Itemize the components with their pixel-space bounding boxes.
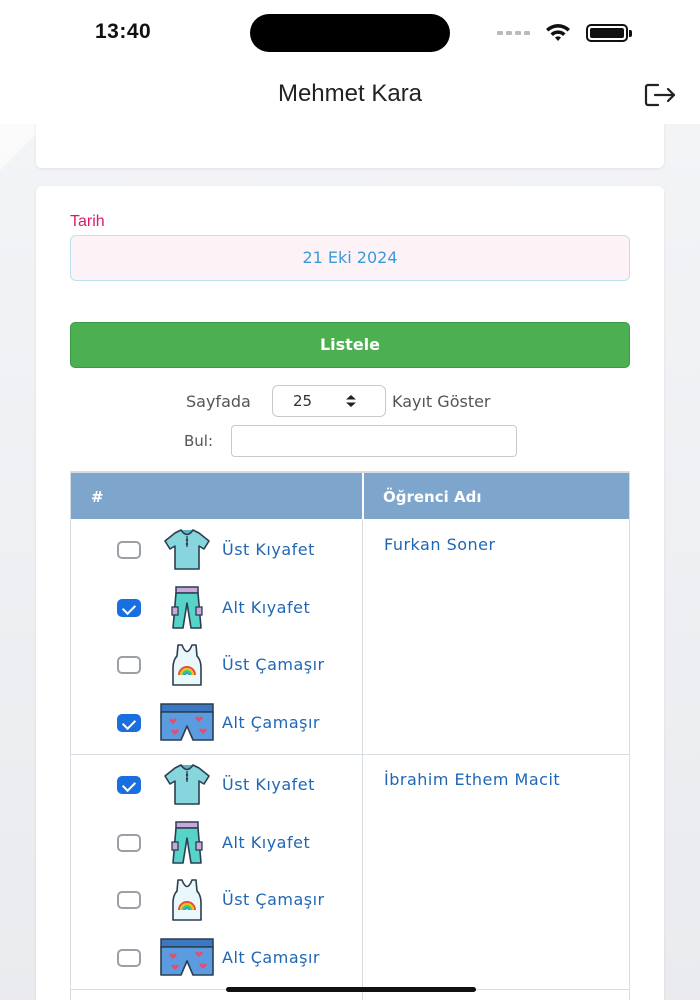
clothing-item-label: Alt Kıyafet (222, 832, 311, 852)
date-label: Tarih (70, 213, 105, 230)
clothing-item-row: Üst Kıyafet (71, 527, 362, 577)
column-divider (362, 519, 363, 1000)
clothing-checkbox[interactable] (117, 656, 141, 674)
clothing-item-label: Üst Çamaşır (222, 890, 325, 909)
clothing-checkbox[interactable] (117, 598, 141, 617)
clothing-checkbox[interactable] (117, 776, 141, 794)
clothing-item-row: Alt Kıyafet (71, 585, 362, 635)
clothing-item-label: Üst Kıyafet (222, 775, 315, 794)
cellular-signal-icon (497, 31, 530, 35)
per-page-row: Sayfada 25 Kayıt Göster (36, 385, 664, 419)
undershirt-icon (159, 877, 215, 923)
underwear-icon (159, 935, 215, 981)
clothing-item-row: Alt Çamaşır (71, 935, 362, 985)
student-name[interactable]: Furkan Soner (384, 535, 496, 554)
student-name[interactable]: İbrahim Ethem Macit (384, 770, 560, 789)
page-title: Mehmet Kara (277, 80, 423, 107)
status-bar: 13:40 (0, 0, 700, 66)
per-page-value: 25 (293, 392, 313, 410)
clothing-item-row: Üst Kıyafet (71, 762, 362, 812)
per-page-prefix: Sayfada (186, 392, 251, 411)
per-page-select[interactable]: 25 (272, 385, 386, 417)
search-input[interactable] (231, 425, 517, 457)
dynamic-island (250, 14, 450, 52)
home-indicator (226, 987, 476, 992)
per-page-suffix: Kayıt Göster (392, 392, 491, 411)
content-area: Tarih 21 Eki 2024 Listele Sayfada 25 Kay… (0, 104, 700, 1000)
clothing-item-row: Alt Çamaşır (71, 700, 362, 750)
clothing-item-label: Üst Çamaşır (222, 655, 325, 674)
pants-icon (159, 585, 215, 631)
clothing-item-row: Üst Çamaşır (71, 642, 362, 692)
battery-icon (586, 24, 632, 42)
clothing-checkbox[interactable] (117, 833, 141, 852)
search-label: Bul: (184, 432, 214, 450)
clothing-checkbox[interactable] (117, 948, 141, 967)
underwear-icon (159, 700, 215, 746)
shirt-icon (159, 527, 215, 573)
row-divider (71, 754, 629, 755)
wifi-icon (546, 24, 570, 41)
clothing-item-row: Alt Kıyafet (71, 820, 362, 870)
shirt-icon (159, 762, 215, 808)
date-field[interactable]: 21 Eki 2024 (70, 235, 630, 281)
clothing-item-label: Alt Kıyafet (222, 597, 311, 617)
student-table: # Öğrenci Adı Furkan Soner Üst Kıyafet Alt… (70, 471, 630, 1000)
logout-icon[interactable] (644, 83, 678, 107)
list-button[interactable]: Listele (70, 322, 630, 368)
filter-card: Tarih 21 Eki 2024 Listele Sayfada 25 Kay… (36, 186, 664, 1000)
header-student-name[interactable]: Öğrenci Adı (383, 473, 481, 521)
status-time: 13:40 (95, 20, 152, 43)
nav-bar: Mehmet Kara (0, 66, 700, 124)
select-arrows-icon (346, 395, 356, 407)
pants-icon (159, 820, 215, 866)
clothing-item-label: Alt Çamaşır (222, 947, 320, 967)
clothing-item-label: Alt Çamaşır (222, 712, 320, 732)
header-hash[interactable]: # (91, 473, 104, 521)
clothing-checkbox[interactable] (117, 713, 141, 732)
clothing-item-label: Üst Kıyafet (222, 540, 315, 559)
clothing-checkbox[interactable] (117, 891, 141, 909)
clothing-checkbox[interactable] (117, 541, 141, 559)
undershirt-icon (159, 642, 215, 688)
table-header: # Öğrenci Adı (71, 471, 629, 521)
clothing-item-row: Üst Çamaşır (71, 877, 362, 927)
search-row: Bul: (36, 425, 664, 459)
